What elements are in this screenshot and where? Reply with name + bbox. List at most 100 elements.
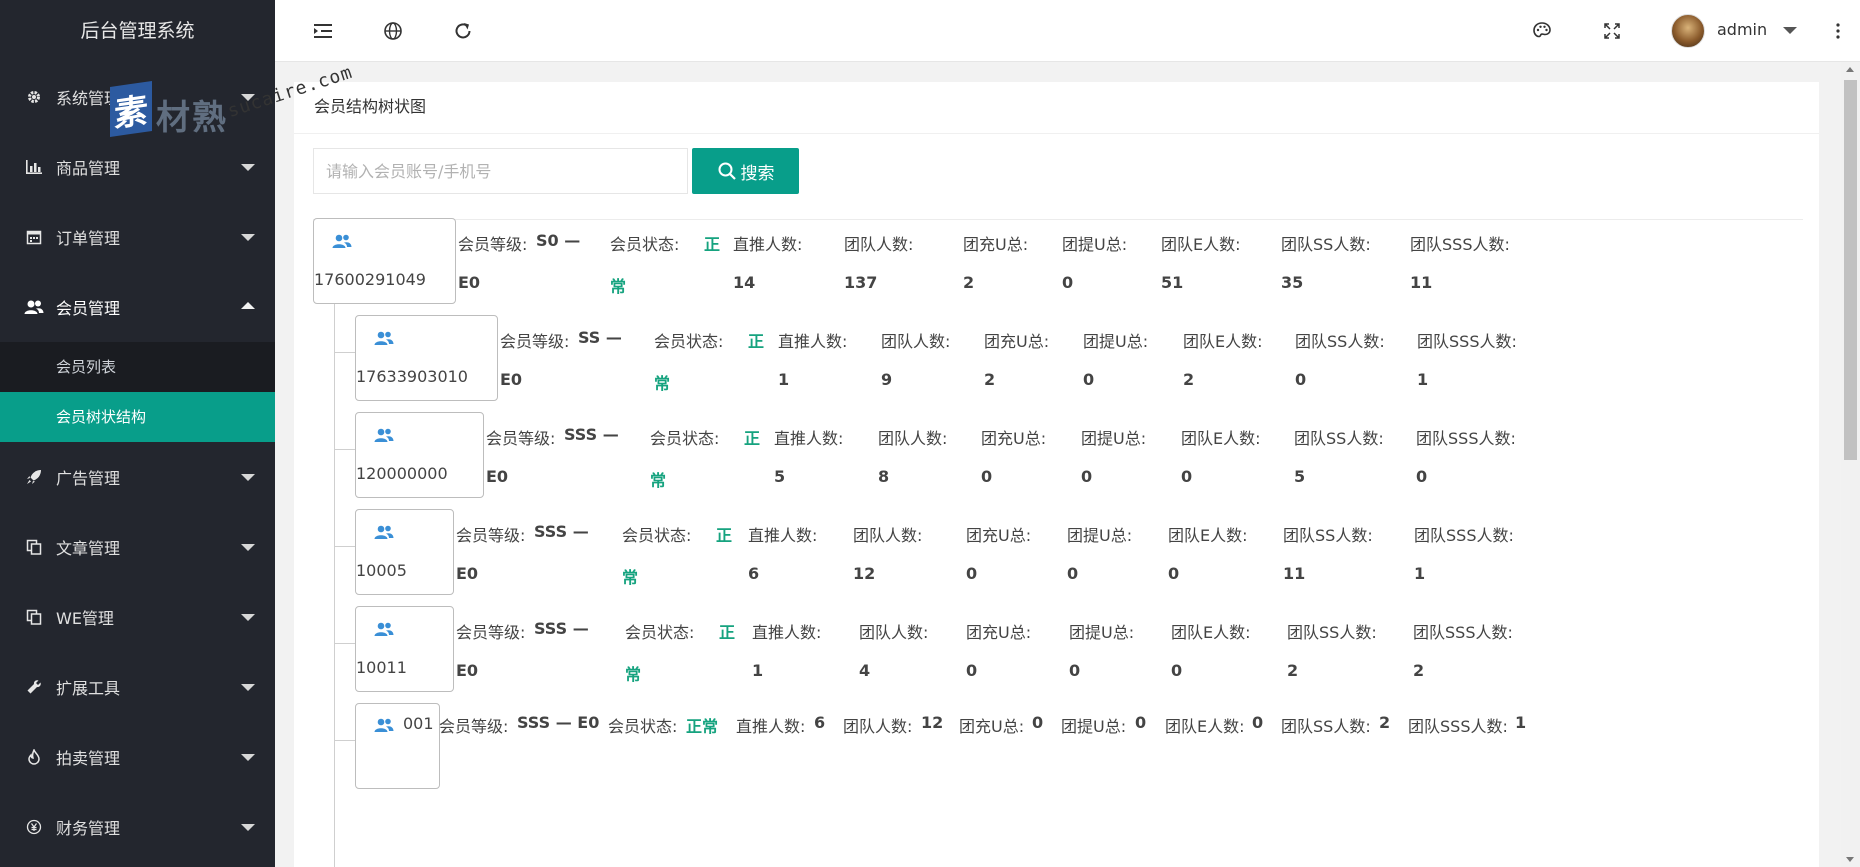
member-account: 001: [403, 714, 434, 733]
tree-node[interactable]: 17600291049: [313, 218, 456, 304]
member-account: 17600291049: [314, 270, 426, 289]
sidebar-item-members[interactable]: 会员管理: [0, 272, 275, 342]
member-status: 正: [748, 332, 765, 351]
member-level-e: E0: [486, 467, 509, 486]
field-label-level: 会员等级:: [456, 623, 526, 642]
field-label-direct: 直推人数:: [733, 235, 803, 254]
field-label-charge: 团充U总:: [981, 429, 1047, 448]
sidebar-item-member-tree[interactable]: 会员树状结构: [0, 392, 275, 442]
field-label-charge: 团充U总:: [963, 235, 1029, 254]
field-label-withdraw: 团提U总:: [1061, 717, 1127, 736]
sidebar-item-articles[interactable]: 文章管理: [0, 512, 275, 582]
field-label-status: 会员状态:: [608, 717, 678, 736]
users-icon: [374, 621, 394, 641]
refresh-icon[interactable]: [450, 18, 476, 44]
member-status: 正: [704, 235, 721, 254]
scroll-up-icon[interactable]: [1846, 67, 1854, 72]
member-status: 正: [716, 526, 733, 545]
search-button[interactable]: 搜索: [692, 148, 799, 194]
search-button-label: 搜索: [740, 163, 775, 184]
sidebar-item-tools[interactable]: 扩展工具: [0, 652, 275, 722]
sidebar-item-ads[interactable]: 广告管理: [0, 442, 275, 512]
tree-node[interactable]: 17633903010: [355, 315, 498, 401]
field-label-direct: 直推人数:: [736, 717, 806, 736]
scrollbar[interactable]: [1841, 62, 1860, 867]
member-status: 常: [622, 568, 639, 587]
sidebar-item-we[interactable]: WE管理: [0, 582, 275, 652]
member-status: 常: [650, 471, 667, 490]
gear-icon: [24, 87, 44, 107]
field-label-charge: 团充U总:: [984, 332, 1050, 351]
chevron-down-icon: [241, 234, 255, 241]
sidebar-item-label: 广告管理: [56, 469, 121, 488]
field-label-level: 会员等级:: [439, 717, 509, 736]
member-charge-value: 0: [981, 467, 993, 486]
scroll-down-icon[interactable]: [1846, 857, 1854, 862]
member-withdraw-value: 0: [1062, 273, 1074, 292]
avatar[interactable]: [1671, 14, 1705, 48]
sidebar-item-orders[interactable]: 订单管理: [0, 202, 275, 272]
users-icon: [374, 524, 394, 544]
tree-node[interactable]: 10005: [355, 509, 454, 595]
member-charge-value: 2: [963, 273, 975, 292]
field-label-withdraw: 团提U总:: [1083, 332, 1149, 351]
member-direct-value: 1: [752, 661, 764, 680]
member-team-e-value: 0: [1171, 661, 1183, 680]
more-vertical-icon[interactable]: [1825, 18, 1851, 44]
users-icon: [374, 717, 394, 737]
chevron-up-icon: [241, 302, 255, 309]
fullscreen-icon[interactable]: [1599, 18, 1625, 44]
field-label-team-ss: 团队SS人数:: [1281, 717, 1371, 736]
sidebar-item-label: 文章管理: [56, 539, 121, 558]
field-label-team-sss: 团队SSS人数:: [1414, 526, 1514, 545]
field-label-level: 会员等级:: [456, 526, 526, 545]
scrollbar-thumb[interactable]: [1844, 80, 1857, 460]
sidebar-item-goods[interactable]: 商品管理: [0, 132, 275, 202]
sidebar-item-finance[interactable]: 财务管理: [0, 792, 275, 862]
sidebar-item-system[interactable]: 系统管理: [0, 62, 275, 132]
sidebar-item-member-list[interactable]: 会员列表: [0, 342, 275, 392]
calendar-icon: [24, 227, 44, 247]
username[interactable]: admin: [1717, 20, 1767, 39]
field-label-team-sss: 团队SSS人数:: [1417, 332, 1517, 351]
member-withdraw-value: 0: [1081, 467, 1093, 486]
field-label-charge: 团充U总:: [966, 526, 1032, 545]
tree-connector: [334, 740, 355, 741]
field-label-direct: 直推人数:: [774, 429, 844, 448]
member-level: S0 —: [536, 231, 581, 250]
field-label-direct: 直推人数:: [748, 526, 818, 545]
tree-node[interactable]: 120000000: [355, 412, 484, 498]
globe-icon[interactable]: [380, 18, 406, 44]
member-level: SSS —: [564, 425, 619, 444]
field-label-direct: 直推人数:: [778, 332, 848, 351]
tree-node[interactable]: 10011: [355, 606, 454, 692]
field-label-withdraw: 团提U总:: [1062, 235, 1128, 254]
member-team-e-value: 51: [1161, 273, 1184, 292]
indent-icon[interactable]: [310, 18, 336, 44]
tree-connector: [334, 643, 355, 644]
field-label-team: 团队人数:: [844, 235, 914, 254]
member-team-ss-value: 2: [1287, 661, 1299, 680]
palette-icon[interactable]: [1529, 18, 1555, 44]
member-level-e: E0: [500, 370, 523, 389]
search-input[interactable]: [313, 148, 688, 194]
field-label-team: 团队人数:: [859, 623, 929, 642]
member-team-value: 12: [853, 564, 876, 583]
topbar: admin: [275, 0, 1860, 62]
tree-node[interactable]: 001: [355, 703, 440, 789]
member-team-value: 8: [878, 467, 890, 486]
field-label-team-sss: 团队SSS人数:: [1408, 717, 1508, 736]
member-team-value: 137: [844, 273, 878, 292]
chevron-down-icon[interactable]: [1783, 27, 1797, 34]
member-team-sss-value: 1: [1414, 564, 1426, 583]
member-direct-value: 5: [774, 467, 786, 486]
field-label-team-e: 团队E人数:: [1168, 526, 1248, 545]
member-level-e: E0: [458, 273, 481, 292]
copy-icon: [24, 607, 44, 627]
member-team-sss-value: 2: [1413, 661, 1425, 680]
field-label-charge: 团充U总:: [959, 717, 1025, 736]
sidebar-item-auction[interactable]: 拍卖管理: [0, 722, 275, 792]
field-label-team-e: 团队E人数:: [1183, 332, 1263, 351]
sidebar-item-label: 财务管理: [56, 819, 121, 838]
users-icon: [24, 297, 44, 317]
